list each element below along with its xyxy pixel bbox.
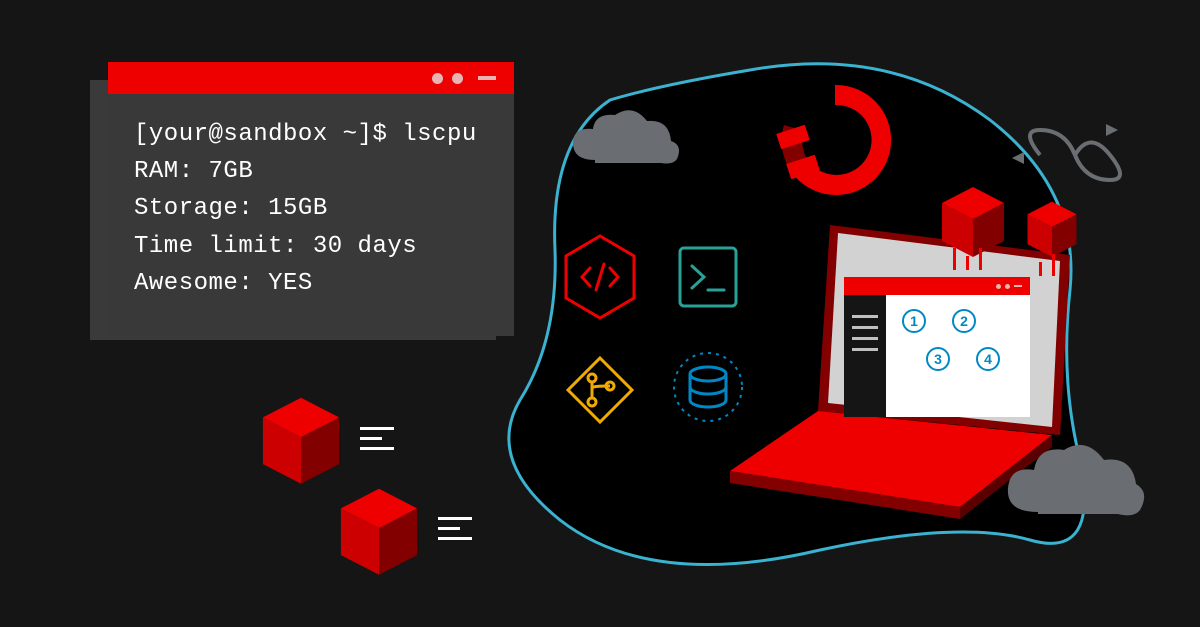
terminal-window: [your@sandbox ~]$ lscpu RAM: 7GB Storage…: [108, 62, 514, 336]
terminal-body: [your@sandbox ~]$ lscpu RAM: 7GB Storage…: [108, 94, 514, 336]
mini-content: 1 2 3 4: [886, 295, 1030, 417]
code-brackets-icon: [562, 234, 638, 320]
terminal-output-line: Awesome: YES: [134, 265, 488, 302]
terminal-output-line: RAM: 7GB: [134, 153, 488, 190]
step-badge: 2: [952, 309, 976, 333]
terminal-output-line: Storage: 15GB: [134, 190, 488, 227]
window-control-dot: [432, 73, 443, 84]
window-control-dash: [478, 76, 496, 80]
cube-icon: [258, 395, 344, 489]
motion-lines: [948, 248, 987, 275]
mini-titlebar: [844, 277, 1030, 295]
window-control-dot: [452, 73, 463, 84]
terminal-titlebar: [108, 62, 514, 94]
database-stack-icon: [670, 344, 746, 430]
openshift-logo-icon: [770, 75, 900, 205]
window-control-dot: [996, 284, 1001, 289]
cloud-icon: [1000, 440, 1150, 530]
step-badge: 3: [926, 347, 950, 371]
terminal-output-line: Time limit: 30 days: [134, 228, 488, 265]
cube-icon: [336, 486, 422, 580]
terminal-prompt-icon: [670, 234, 746, 320]
step-badge: 4: [976, 347, 1000, 371]
git-branch-icon: [562, 344, 638, 430]
window-control-dot: [1005, 284, 1010, 289]
terminal-prompt-line: [your@sandbox ~]$ lscpu: [134, 116, 488, 153]
motion-lines: [360, 420, 394, 457]
window-control-dash: [1014, 285, 1022, 287]
illustration-canvas: 1 2 3 4: [0, 0, 1200, 627]
cube-icon: [1024, 200, 1080, 260]
mini-sidebar: [844, 295, 886, 417]
dev-icons-row: [562, 344, 746, 430]
motion-lines: [1034, 254, 1060, 281]
motion-lines: [438, 510, 472, 547]
laptop-screen-window: 1 2 3 4: [844, 277, 1030, 417]
dev-icons-row: [562, 234, 746, 320]
step-badge: 1: [902, 309, 926, 333]
infinity-loop-icon: [1010, 120, 1140, 190]
cloud-icon: [565, 105, 685, 175]
